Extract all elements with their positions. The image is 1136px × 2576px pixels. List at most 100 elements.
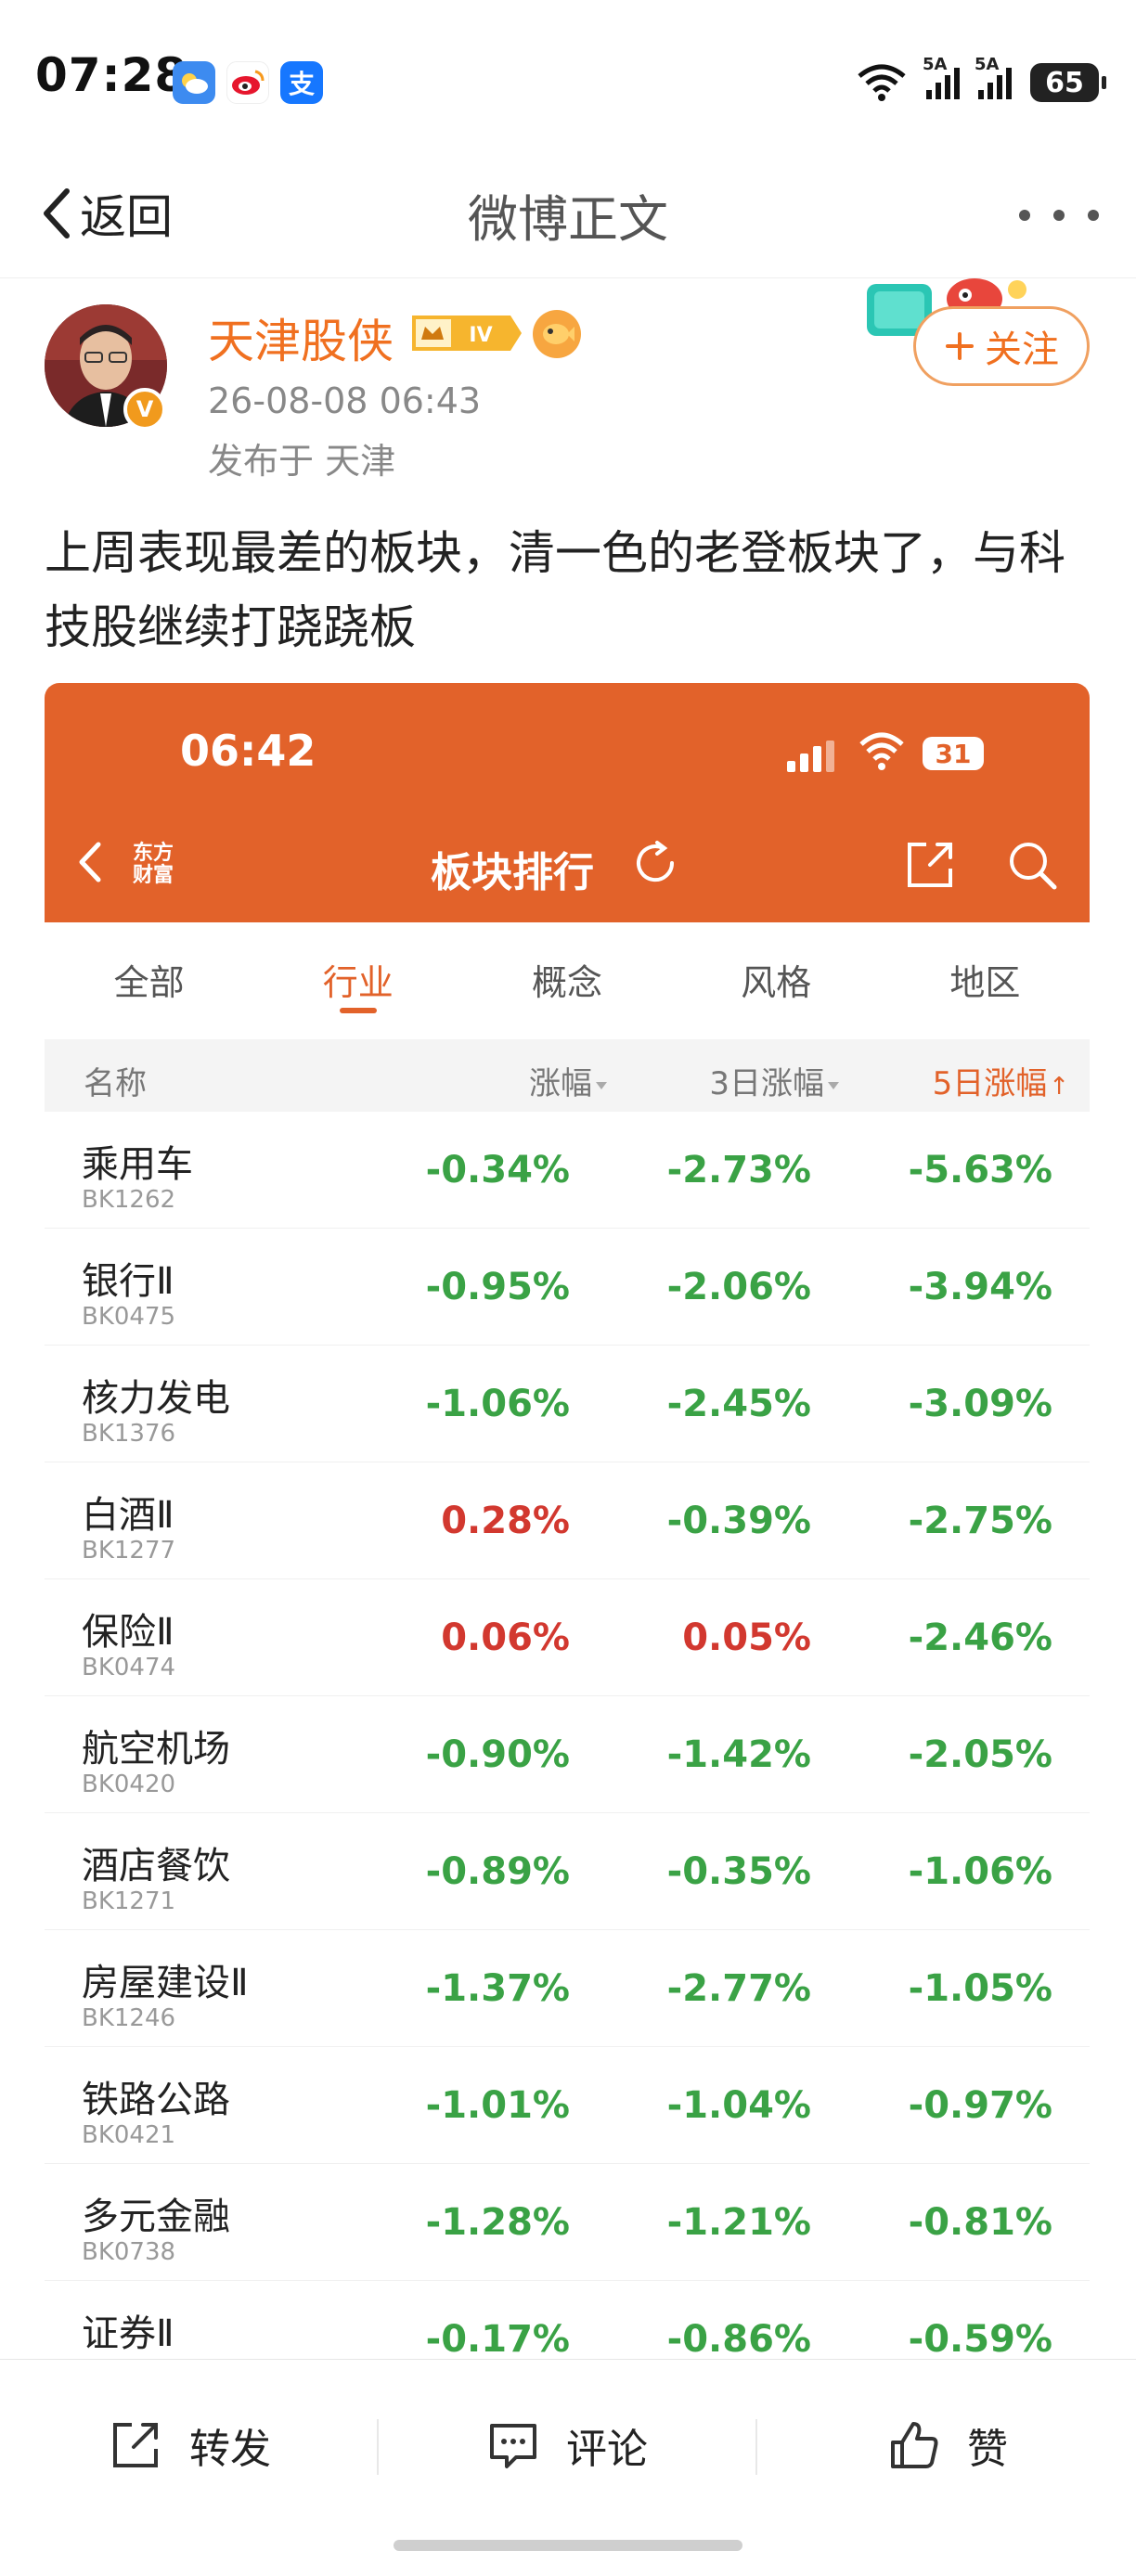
sector-name: 白酒Ⅱ xyxy=(82,1494,174,1537)
sector-code: BK0474 xyxy=(82,1654,176,1681)
comment-icon xyxy=(490,2424,536,2468)
change-value: 0.06% xyxy=(441,1616,570,1659)
change-3d-value: -0.86% xyxy=(666,2318,811,2357)
change-3d-value: -0.35% xyxy=(666,1850,811,1893)
image-status-time: 06:42 xyxy=(180,726,316,776)
col-change: 涨幅 xyxy=(529,1058,607,1103)
tab-industry: 行业 xyxy=(253,922,462,1026)
table-row: 航空机场 BK0420 -0.90% -1.42% -2.05% xyxy=(45,1696,1090,1813)
like-label: 赞 xyxy=(967,2426,1008,2473)
search-icon xyxy=(1010,843,1057,890)
comment-label: 评论 xyxy=(566,2426,648,2473)
tab-concept: 概念 xyxy=(532,962,603,1003)
signal-icon-1: 5A xyxy=(923,55,960,99)
sector-name: 酒店餐饮 xyxy=(82,1845,230,1887)
sector-table: 乘用车 BK1262 -0.34% -2.73% -5.63% 银行Ⅱ BK0475 -0.9… xyxy=(45,1112,1090,2357)
change-3d-value: -0.39% xyxy=(666,1500,811,1542)
thumbs-up-icon xyxy=(891,2422,938,2468)
post-text: 上周表现最差的板块，清一色的老登板块了，与科技股继续打跷跷板 xyxy=(45,526,1065,654)
table-header: 名称 涨幅 3日涨幅 5日涨幅↑ xyxy=(45,1039,1090,1112)
home-indicator xyxy=(394,2540,742,2551)
sector-code: BK0475 xyxy=(82,1303,176,1331)
fan-badge-icon xyxy=(533,310,581,358)
table-row: 银行Ⅱ BK0475 -0.95% -2.06% -3.94% xyxy=(45,1229,1090,1346)
weather-app-icon xyxy=(173,61,215,104)
sector-name: 铁路公路 xyxy=(82,2079,230,2121)
change-3d-value: -1.42% xyxy=(666,1733,811,1776)
image-back-icon xyxy=(79,842,101,882)
change-5d-value: -0.81% xyxy=(908,2201,1052,2244)
signal-icon-2: 5A xyxy=(975,55,1012,99)
weibo-app-icon xyxy=(226,61,269,104)
repost-icon xyxy=(113,2423,158,2467)
more-options-icon[interactable] xyxy=(1019,197,1099,234)
vip-level-badge-icon: IV xyxy=(412,316,522,351)
post-image[interactable]: 06:42 31 东方财富 板块排行 全部 行业 概念 风格 地区 名称 涨幅 … xyxy=(45,683,1090,2357)
change-5d-value: -2.46% xyxy=(908,1616,1052,1659)
sector-name: 房屋建设Ⅱ xyxy=(82,1962,249,2004)
sector-name: 乘用车 xyxy=(82,1143,193,1186)
sector-name: 银行Ⅱ xyxy=(82,1260,174,1303)
sector-code: BK1271 xyxy=(82,1887,176,1915)
table-row: 酒店餐饮 BK1271 -0.89% -0.35% -1.06% xyxy=(45,1813,1090,1930)
post-time: 26-08-08 06:43 xyxy=(208,380,482,421)
change-value: -0.17% xyxy=(425,2318,570,2357)
change-5d-value: -3.09% xyxy=(908,1383,1052,1425)
divider xyxy=(755,2419,757,2475)
change-value: -1.28% xyxy=(425,2201,570,2244)
change-value: -1.37% xyxy=(425,1967,570,2010)
change-value: -0.90% xyxy=(425,1733,570,1776)
change-3d-value: -2.73% xyxy=(666,1149,811,1191)
change-5d-value: -1.05% xyxy=(908,1967,1052,2010)
change-value: -0.89% xyxy=(425,1850,570,1893)
sector-code: BK1277 xyxy=(82,1537,176,1565)
status-time: 07:28 xyxy=(35,48,188,102)
status-bar: 07:28 支 5A 5A 65 xyxy=(0,0,1136,148)
comment-button[interactable]: 评论 xyxy=(486,2410,648,2480)
follow-button[interactable]: 关注 xyxy=(913,306,1090,386)
change-value: -1.06% xyxy=(425,1383,570,1425)
sector-name: 保险Ⅱ xyxy=(82,1611,174,1654)
sector-code: BK0420 xyxy=(82,1771,176,1798)
wifi-icon xyxy=(858,64,906,101)
repost-button[interactable]: 转发 xyxy=(108,2410,271,2480)
change-5d-value: -5.63% xyxy=(908,1149,1052,1191)
change-value: -0.95% xyxy=(425,1266,570,1308)
table-row: 铁路公路 BK0421 -1.01% -1.04% -0.97% xyxy=(45,2047,1090,2164)
change-5d-value: -2.05% xyxy=(908,1733,1052,1776)
image-tab-bar: 全部 行业 概念 风格 地区 xyxy=(45,922,1090,1026)
change-3d-value: -1.21% xyxy=(666,2201,811,2244)
divider xyxy=(377,2419,379,2475)
table-row: 核力发电 BK1376 -1.06% -2.45% -3.09% xyxy=(45,1346,1090,1462)
verified-badge-icon: V xyxy=(123,388,166,431)
follow-label: 关注 xyxy=(985,328,1059,371)
post-location: 发布于 天津 xyxy=(208,441,396,482)
nav-bar: 返回 微博正文 xyxy=(0,148,1136,278)
change-3d-value: -2.77% xyxy=(666,1967,811,2010)
like-button[interactable]: 赞 xyxy=(887,2410,1008,2480)
repost-label: 转发 xyxy=(189,2426,271,2473)
image-app-logo: 东方财富 xyxy=(132,842,174,887)
change-5d-value: -0.59% xyxy=(908,2318,1052,2357)
col-change-3d: 3日涨幅 xyxy=(709,1058,839,1103)
change-3d-value: -1.04% xyxy=(666,2084,811,2127)
change-value: 0.28% xyxy=(441,1500,570,1542)
sector-code: BK0738 xyxy=(82,2238,176,2266)
image-signal-icon xyxy=(787,741,834,772)
sector-name: 航空机场 xyxy=(82,1728,230,1771)
table-row: 房屋建设Ⅱ BK1246 -1.37% -2.77% -1.05% xyxy=(45,1930,1090,2047)
battery-icon: 65 xyxy=(1030,63,1106,102)
tab-all: 全部 xyxy=(113,962,185,1003)
change-value: -0.34% xyxy=(425,1149,570,1191)
image-wifi-icon xyxy=(859,732,904,770)
sector-code: BK1376 xyxy=(82,1420,176,1448)
change-value: -1.01% xyxy=(425,2084,570,2127)
plus-icon xyxy=(946,332,974,360)
tab-region: 地区 xyxy=(949,962,1021,1003)
refresh-icon xyxy=(637,841,675,882)
author-name[interactable]: 天津股侠 xyxy=(208,304,394,371)
sector-code: BK1262 xyxy=(82,1186,176,1214)
image-page-title: 板块排行 xyxy=(431,849,594,896)
table-row: 多元金融 BK0738 -1.28% -1.21% -0.81% xyxy=(45,2164,1090,2281)
page-title: 微博正文 xyxy=(468,190,668,249)
